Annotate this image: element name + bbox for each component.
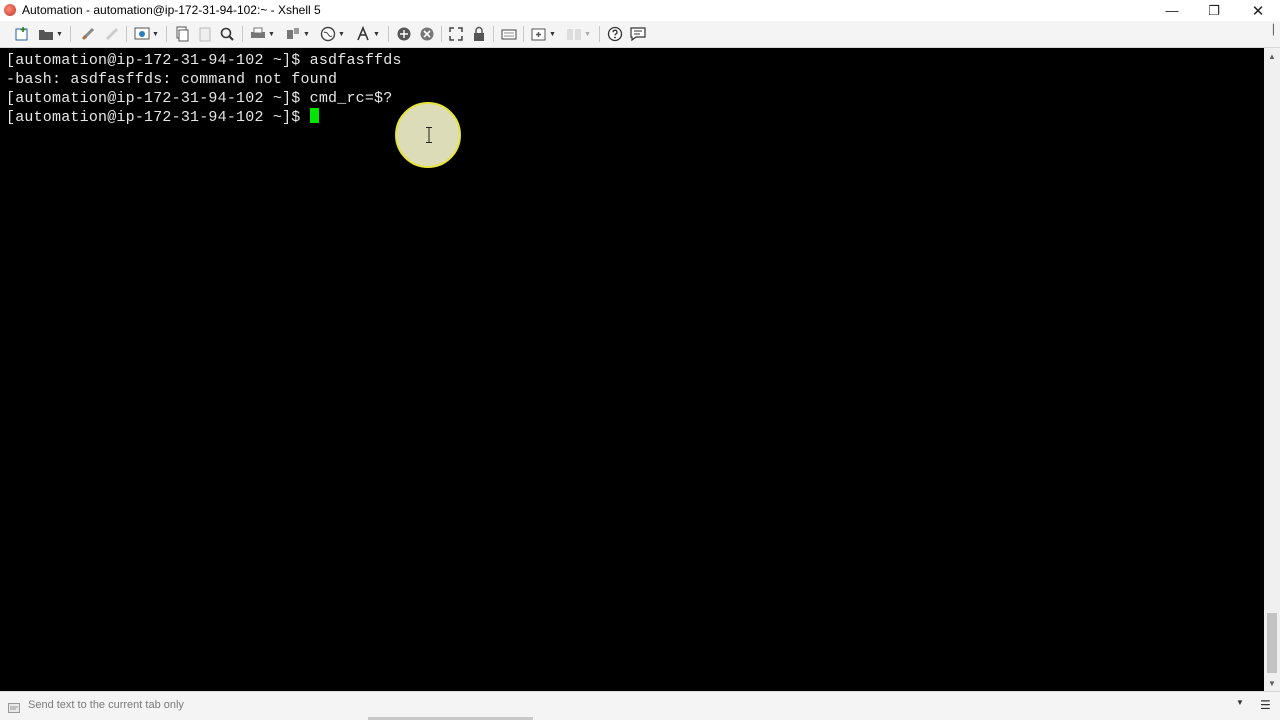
chat-icon (630, 26, 646, 42)
terminal-prompt-line: [automation@ip-172-31-94-102 ~]$ (6, 108, 319, 127)
disconnect-button[interactable] (104, 25, 120, 43)
compose-bar-icon (8, 700, 20, 713)
lock-button[interactable] (471, 25, 487, 43)
chat-button[interactable] (630, 25, 646, 43)
ibeam-cursor-icon (426, 127, 432, 143)
reconnect-icon (80, 26, 96, 42)
terminal-line: [automation@ip-172-31-94-102 ~]$ asdfasf… (6, 52, 402, 69)
chevron-down-icon: ▼ (152, 30, 159, 38)
terminal-area[interactable]: [automation@ip-172-31-94-102 ~]$ asdfasf… (0, 48, 1264, 691)
terminal-prompt: [automation@ip-172-31-94-102 ~]$ (6, 109, 310, 126)
print-icon (250, 26, 266, 42)
globe-icon (320, 26, 336, 42)
toolbar-divider (70, 26, 71, 42)
chevron-down-icon: ▼ (303, 30, 310, 38)
transfer-button[interactable]: ▼ (285, 25, 310, 43)
chevron-down-icon: ▼ (549, 30, 556, 38)
terminal-line: -bash: asdfasffds: command not found (6, 71, 338, 88)
copy-icon (174, 26, 190, 42)
chevron-down-icon: ▼ (56, 30, 63, 38)
reconnect-button[interactable] (80, 25, 96, 43)
open-folder-icon (38, 26, 54, 42)
scroll-down-icon[interactable]: ▼ (1264, 675, 1280, 691)
chevron-down-icon: ▼ (584, 30, 591, 38)
new-session-button[interactable] (14, 25, 30, 43)
paste-icon (197, 26, 213, 42)
font-icon (355, 26, 371, 42)
new-tab-button[interactable]: ▼ (531, 25, 556, 43)
font-button[interactable]: ▼ (355, 25, 380, 43)
send-text-input[interactable]: Send text to the current tab only (28, 699, 184, 711)
toolbar: ▼ ▼ ▼ ▼ ▼ ▼ ▼ ▼ ▕ (0, 21, 1280, 48)
toolbar-divider (523, 26, 524, 42)
restore-button[interactable]: ❐ (1192, 0, 1236, 21)
xftp-button[interactable] (396, 25, 412, 43)
properties-button[interactable]: ▼ (134, 25, 159, 43)
toolbar-divider (388, 26, 389, 42)
copy-button[interactable] (174, 25, 190, 43)
close-button[interactable]: ✕ (1236, 0, 1280, 21)
chevron-down-icon: ▼ (268, 30, 275, 38)
globe-button[interactable]: ▼ (320, 25, 345, 43)
fullscreen-button[interactable] (448, 25, 464, 43)
open-session-button[interactable]: ▼ (38, 25, 63, 43)
scrollbar-thumb[interactable] (1267, 613, 1277, 673)
close-icon: ✕ (1251, 2, 1265, 20)
chevron-down-icon: ▼ (338, 30, 345, 38)
keyboard-icon (501, 26, 517, 42)
xftp-icon (396, 26, 412, 42)
window-title: Automation - automation@ip-172-31-94-102… (22, 3, 321, 17)
toolbar-divider (126, 26, 127, 42)
new-tab-icon (531, 26, 547, 42)
title-bar: Automation - automation@ip-172-31-94-102… (0, 0, 1280, 21)
new-session-icon (14, 26, 30, 42)
scroll-up-icon[interactable]: ▲ (1264, 48, 1280, 64)
properties-icon (134, 26, 150, 42)
minimize-button[interactable]: — (1150, 0, 1194, 21)
lock-icon (471, 26, 487, 42)
xshell-app-icon[interactable] (4, 4, 16, 16)
xmanager-icon (419, 26, 435, 42)
menu-icon[interactable]: ☰ (1260, 698, 1271, 712)
paste-button[interactable] (197, 25, 213, 43)
terminal-line: [automation@ip-172-31-94-102 ~]$ cmd_rc=… (6, 90, 393, 107)
vertical-scrollbar[interactable]: ▲ ▼ (1264, 48, 1280, 691)
chevron-down-icon: ▼ (373, 30, 380, 38)
toolbar-overflow-icon[interactable]: ▕ (1266, 25, 1276, 43)
layout-button[interactable]: ▼ (566, 25, 591, 43)
help-icon (607, 26, 623, 42)
transfer-icon (285, 26, 301, 42)
find-button[interactable] (219, 25, 235, 43)
minimize-icon: — (1165, 3, 1179, 18)
help-button[interactable] (607, 25, 623, 43)
keyboard-button[interactable] (501, 25, 517, 43)
xmanager-button[interactable] (419, 25, 435, 43)
toolbar-divider (166, 26, 167, 42)
toolbar-divider (441, 26, 442, 42)
toolbar-divider (599, 26, 600, 42)
disconnect-icon (104, 26, 120, 42)
restore-icon: ❐ (1208, 2, 1220, 18)
print-button[interactable]: ▼ (250, 25, 275, 43)
layout-icon (566, 26, 582, 42)
find-icon (219, 26, 235, 42)
toolbar-divider (242, 26, 243, 42)
fullscreen-icon (448, 26, 464, 42)
toolbar-divider (493, 26, 494, 42)
chevron-down-icon[interactable]: ▼ (1236, 698, 1244, 707)
terminal-cursor (309, 108, 319, 123)
status-strip (0, 716, 1280, 720)
